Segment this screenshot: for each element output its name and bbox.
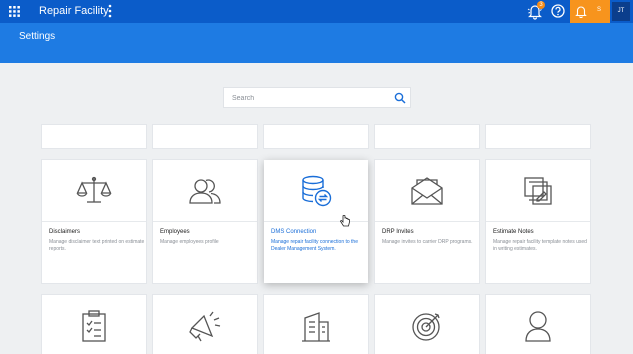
- card-estimate-notes[interactable]: Estimate Notes Manage repair facility te…: [486, 160, 590, 283]
- search-icon[interactable]: [394, 92, 406, 104]
- card-icon-area: [375, 295, 479, 354]
- database-sync-icon: [302, 175, 332, 206]
- card-icon-area: [486, 295, 590, 354]
- card-description: Manage repair facility template notes us…: [493, 239, 587, 252]
- card-stub[interactable]: [42, 125, 146, 148]
- card-icon-area: [153, 295, 257, 354]
- card-icon-area: [264, 160, 368, 222]
- app-title: Repair Facility: [39, 5, 109, 17]
- apps-grid-icon[interactable]: [9, 6, 20, 17]
- clipboard-checklist-icon: [82, 310, 106, 342]
- card-description: Manage invites to carrier DRP programs.: [382, 239, 473, 245]
- bell-icon: [575, 6, 587, 18]
- scales-icon: [76, 176, 112, 203]
- card-description: Manage employees profile: [160, 239, 219, 245]
- card-title: DMS Connection: [271, 229, 317, 235]
- card-title: Employees: [160, 229, 190, 235]
- hand-cursor-icon: [340, 215, 350, 227]
- card-description: Manage repair facility connection to the…: [271, 239, 358, 252]
- card-icon-area: [486, 160, 590, 222]
- card-stub[interactable]: [486, 125, 590, 148]
- card-dms-connection[interactable]: DMS Connection Manage repair facility co…: [264, 160, 368, 283]
- megaphone-icon: [189, 311, 221, 342]
- card-stub[interactable]: [264, 125, 368, 148]
- notification-count-badge: 3: [537, 1, 545, 9]
- help-icon[interactable]: [551, 4, 565, 18]
- card-announcements[interactable]: [153, 295, 257, 354]
- card-title: Estimate Notes: [493, 229, 534, 235]
- card-stub[interactable]: [375, 125, 479, 148]
- building-icon: [302, 312, 330, 342]
- card-title: Disclaimers: [49, 229, 81, 235]
- target-icon: [412, 313, 440, 341]
- card-icon-area: [42, 295, 146, 354]
- card-icon-area: [264, 295, 368, 354]
- envelope-icon: [411, 176, 443, 205]
- notes-icon: [524, 176, 552, 205]
- card-drp-invites[interactable]: DRP Invites Manage invites to carrier DR…: [375, 160, 479, 283]
- card-icon-area: [42, 160, 146, 222]
- top-bar: Repair Facility 3 S JT: [0, 0, 633, 23]
- card-checklist[interactable]: [42, 295, 146, 354]
- search-input[interactable]: [232, 92, 382, 104]
- card-profile[interactable]: [486, 295, 590, 354]
- card-description: Manage disclaimer text printed on estima…: [49, 239, 145, 252]
- card-title: DRP Invites: [382, 229, 414, 235]
- people-icon: [189, 178, 221, 204]
- notification-label: S: [597, 7, 602, 13]
- card-icon-area: [153, 160, 257, 222]
- person-icon: [525, 311, 551, 342]
- card-facility[interactable]: [264, 295, 368, 354]
- search-box: [223, 87, 411, 108]
- notifications-button[interactable]: S: [570, 0, 610, 23]
- card-employees[interactable]: Employees Manage employees profile: [153, 160, 257, 283]
- page-header: Settings: [0, 23, 633, 63]
- page-title: Settings: [19, 31, 56, 42]
- more-vert-icon[interactable]: [107, 4, 113, 18]
- card-icon-area: [375, 160, 479, 222]
- card-stub[interactable]: [153, 125, 257, 148]
- card-disclaimers[interactable]: Disclaimers Manage disclaimer text print…: [42, 160, 146, 283]
- card-goals[interactable]: [375, 295, 479, 354]
- user-avatar[interactable]: JT: [612, 2, 630, 21]
